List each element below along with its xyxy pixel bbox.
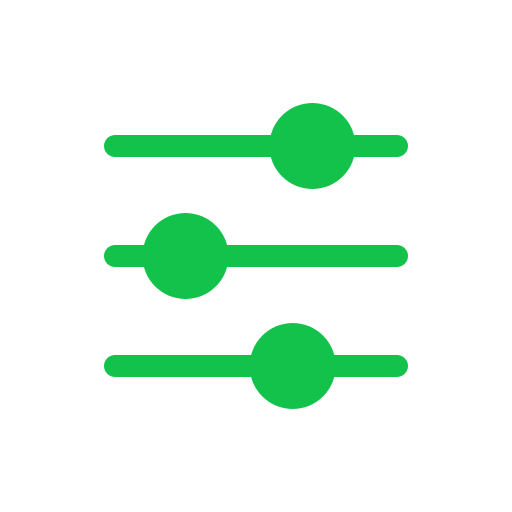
sliders-icon	[104, 103, 408, 409]
slider-bottom[interactable]	[104, 323, 408, 409]
slider-top-knob[interactable]	[269, 103, 356, 189]
sliders-icon-canvas	[0, 0, 512, 512]
slider-middle[interactable]	[104, 213, 408, 299]
slider-top[interactable]	[104, 103, 408, 189]
slider-middle-knob[interactable]	[142, 213, 229, 299]
slider-bottom-knob[interactable]	[249, 323, 336, 409]
